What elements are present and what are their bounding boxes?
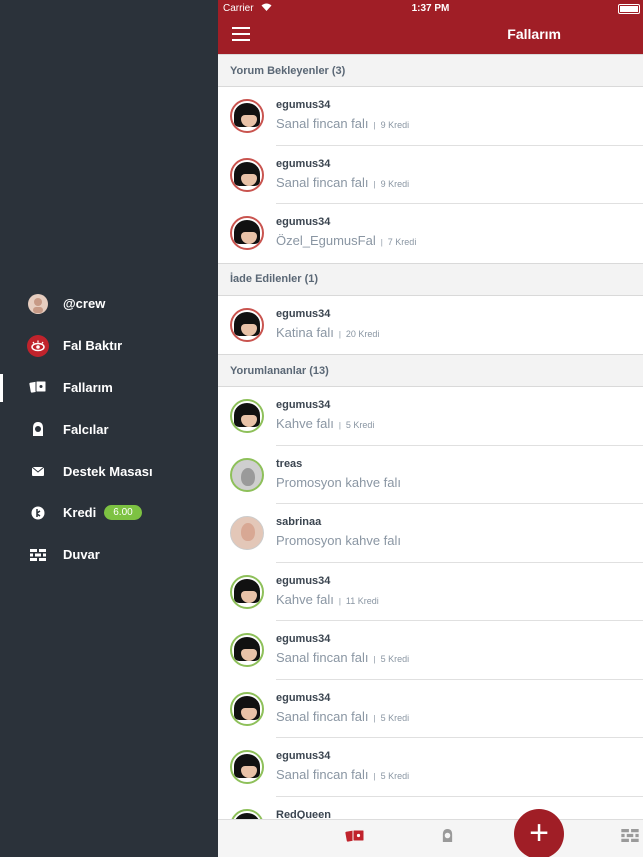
- section-header-pending: Yorum Bekleyenler (3): [218, 54, 643, 87]
- credit-amount: 7 Kredi: [387, 237, 417, 247]
- list-item[interactable]: egumus34 Sanal fincan falı | 5 Kredi: [218, 680, 643, 739]
- username: egumus34: [276, 216, 331, 228]
- hamburger-menu-button[interactable]: [232, 27, 250, 41]
- list-item[interactable]: egumus34 Sanal fincan falı | 5 Kredi: [218, 738, 643, 797]
- refunded-list: egumus34 Katina falı | 20 Kredi: [218, 296, 643, 355]
- reading-description: Sanal fincan falı | 9 Kredi: [276, 116, 410, 131]
- sidebar-item-crew[interactable]: @crew: [0, 283, 218, 325]
- reading-description: Sanal fincan falı | 5 Kredi: [276, 650, 410, 665]
- profile-avatar-icon: [27, 293, 49, 315]
- main-panel: Carrier 1:37 PM Fallarım Yorum Bekleyenl…: [218, 0, 643, 857]
- reading-description: Sanal fincan falı | 9 Kredi: [276, 174, 410, 190]
- pending-list: egumus34 Sanal fincan falı | 9 Kredi egumu…: [218, 87, 643, 263]
- credit-amount: 9 Kredi: [380, 178, 410, 189]
- wall-icon: [621, 829, 639, 847]
- sidebar-item-falcilar[interactable]: Falcılar: [0, 408, 218, 450]
- page-title: Fallarım: [507, 26, 561, 42]
- reading-description: Özel_EgumusFal | 7 Kredi: [276, 233, 417, 248]
- avatar: [230, 216, 264, 250]
- credit-amount: 9 Kredi: [380, 120, 410, 130]
- credit-amount: 11 Kredi: [345, 595, 379, 606]
- list-item[interactable]: egumus34 Kahve falı | 5 Kredi: [218, 387, 643, 446]
- avatar: [230, 574, 264, 609]
- username: egumus34: [276, 99, 331, 111]
- username: treas: [276, 457, 303, 470]
- list-item[interactable]: treas Promosyon kahve falı: [218, 446, 643, 505]
- avatar: [230, 750, 264, 784]
- reading-description: Katina falı | 20 Kredi: [276, 324, 380, 340]
- credit-icon: [27, 502, 49, 524]
- list-item[interactable]: egumus34 Sanal fincan falı | 9 Kredi: [218, 87, 643, 146]
- credit-amount: 5 Kredi: [380, 712, 410, 723]
- battery-icon: [618, 4, 640, 14]
- avatar: [230, 99, 264, 133]
- eye-icon: [27, 334, 49, 357]
- commented-list: egumus34 Kahve falı | 5 Kredi treas Promos…: [218, 387, 643, 855]
- wall-icon: [27, 544, 49, 566]
- avatar: [230, 157, 264, 192]
- sidebar-item-duvar[interactable]: Duvar: [0, 534, 218, 576]
- sidebar: @crew Fal Baktır Fallarım Falcılar Deste…: [0, 0, 218, 857]
- reading-description: Kahve falı | 11 Kredi: [276, 591, 379, 607]
- sidebar-item-label: Duvar: [63, 547, 100, 563]
- credit-amount: 5 Kredi: [380, 771, 410, 781]
- avatar: [230, 691, 264, 726]
- cards-icon: [345, 828, 365, 848]
- reading-description: Kahve falı | 5 Kredi: [276, 416, 375, 431]
- sidebar-item-label: Fallarım: [63, 379, 113, 395]
- username: egumus34: [276, 399, 331, 411]
- username: egumus34: [276, 633, 331, 645]
- fortune-teller-icon: [27, 418, 49, 440]
- list-item[interactable]: egumus34 Kahve falı | 11 Kredi: [218, 563, 643, 622]
- avatar: [230, 516, 264, 550]
- credit-badge: 6.00: [104, 505, 142, 521]
- section-header-commented: Yorumlananlar (13): [218, 354, 643, 387]
- username: egumus34: [276, 574, 331, 587]
- reading-description: Sanal fincan falı | 5 Kredi: [276, 767, 410, 782]
- username: egumus34: [276, 307, 331, 320]
- avatar: [230, 399, 264, 433]
- sidebar-item-destek-masasi[interactable]: Destek Masası: [0, 450, 218, 492]
- tab-falcilar[interactable]: [435, 828, 459, 848]
- username: sabrinaa: [276, 516, 322, 528]
- sidebar-item-kredi[interactable]: Kredi 6.00: [0, 492, 218, 534]
- sidebar-item-fal-baktir[interactable]: Fal Baktır: [0, 325, 218, 367]
- username: egumus34: [276, 750, 331, 762]
- credit-amount: 5 Kredi: [345, 420, 375, 430]
- reading-description: Sanal fincan falı | 5 Kredi: [276, 708, 410, 724]
- mail-icon: [27, 460, 49, 482]
- credit-amount: 5 Kredi: [380, 654, 410, 664]
- reading-description: Promosyon kahve falı: [276, 474, 402, 490]
- section-header-refunded: İade Edilenler (1): [218, 262, 643, 296]
- reading-description: Promosyon kahve falı: [276, 533, 402, 548]
- cards-icon: [27, 376, 49, 398]
- sidebar-item-label: Fal Baktır: [63, 338, 123, 354]
- status-time: 1:37 PM: [411, 3, 450, 14]
- credit-amount: 20 Kredi: [345, 328, 380, 339]
- status-bar: Carrier 1:37 PM: [218, 0, 643, 18]
- sidebar-nav: @crew Fal Baktır Fallarım Falcılar Deste…: [0, 283, 218, 576]
- list-item[interactable]: sabrinaa Promosyon kahve falı: [218, 504, 643, 563]
- avatar: [230, 307, 264, 342]
- bottom-tab-bar: +: [218, 809, 643, 857]
- avatar: [230, 633, 264, 667]
- sidebar-item-label: Destek Masası: [63, 463, 153, 479]
- tab-duvar[interactable]: [618, 828, 642, 848]
- top-bar: Carrier 1:37 PM Fallarım: [218, 0, 643, 54]
- sidebar-item-fallarim[interactable]: Fallarım: [0, 367, 218, 409]
- username: egumus34: [276, 691, 331, 704]
- sidebar-item-label: @crew: [63, 296, 106, 312]
- sidebar-item-label: Falcılar: [63, 421, 109, 437]
- fortune-teller-icon: [441, 828, 454, 848]
- list-item[interactable]: egumus34 Katina falı | 20 Kredi: [218, 296, 643, 355]
- tab-fallarim[interactable]: [343, 828, 367, 848]
- sidebar-item-label: Kredi: [63, 505, 97, 521]
- list-item[interactable]: egumus34 Sanal fincan falı | 9 Kredi: [218, 146, 643, 205]
- list-item[interactable]: egumus34 Özel_EgumusFal | 7 Kredi: [218, 204, 643, 263]
- list-item[interactable]: egumus34 Sanal fincan falı | 5 Kredi: [218, 621, 643, 680]
- username: egumus34: [276, 157, 331, 170]
- add-button[interactable]: +: [514, 809, 564, 857]
- avatar: [230, 457, 264, 492]
